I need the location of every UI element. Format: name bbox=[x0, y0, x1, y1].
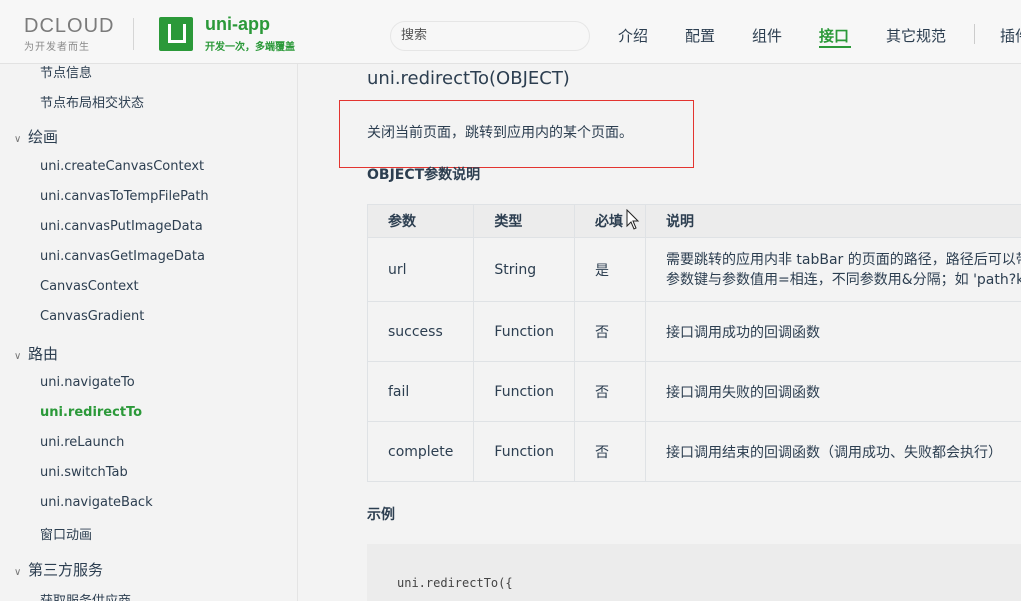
uni-app-logo-icon[interactable] bbox=[159, 17, 193, 51]
main-content[interactable]: uni.redirectTo(OBJECT) 关闭当前页面，跳转到应用内的某个页… bbox=[299, 64, 1021, 601]
api-title: uni.redirectTo(OBJECT) bbox=[367, 68, 570, 89]
sidebar-group-third-party[interactable]: ∨ 第三方服务 bbox=[14, 559, 103, 580]
nav-active-underline bbox=[819, 46, 851, 48]
sidebar-item[interactable]: 获取服务供应商 bbox=[40, 590, 131, 601]
product-name[interactable]: uni-app bbox=[205, 14, 270, 35]
nav-separator bbox=[974, 24, 975, 44]
sidebar-item[interactable]: uni.canvasGetImageData bbox=[40, 249, 205, 264]
sidebar-group-routing[interactable]: ∨ 路由 bbox=[14, 343, 58, 364]
param-name: complete bbox=[366, 421, 475, 482]
param-name: fail bbox=[366, 361, 475, 422]
chevron-down-icon: ∨ bbox=[14, 134, 22, 145]
param-desc: 接口调用失败的回调函数 bbox=[644, 361, 1021, 422]
api-description: 关闭当前页面，跳转到应用内的某个页面。 bbox=[367, 125, 633, 141]
param-desc: 需要跳转的应用内非 tabBar 的页面的路径，路径后可以带 参数键与参数值用=… bbox=[644, 237, 1021, 302]
chevron-down-icon: ∨ bbox=[14, 351, 22, 362]
search-input[interactable]: 搜索 bbox=[390, 21, 590, 51]
product-slogan: 开发一次，多端覆盖 bbox=[205, 42, 295, 53]
params-table: 参数 类型 必填 说明 url String 是 需要跳转的应用内非 tabBa… bbox=[366, 204, 1021, 482]
code-line: uni.redirectTo({ bbox=[397, 576, 513, 590]
params-heading: OBJECT参数说明 bbox=[367, 167, 481, 183]
code-block[interactable]: uni.redirectTo({ bbox=[367, 544, 1021, 601]
sidebar-item[interactable]: uni.switchTab bbox=[40, 465, 128, 480]
sidebar-group-label: 路由 bbox=[28, 345, 59, 363]
sidebar-item[interactable]: 窗口动画 bbox=[40, 524, 92, 543]
mouse-cursor-icon bbox=[626, 209, 640, 230]
param-name: url bbox=[366, 237, 475, 302]
param-type: Function bbox=[473, 301, 575, 362]
param-desc-line: 参数键与参数值用=相连，不同参数用&分隔；如 'path?key bbox=[665, 271, 1021, 288]
sidebar-item[interactable]: uni.canvasPutImageData bbox=[40, 219, 203, 234]
sidebar-group-label: 绘画 bbox=[28, 128, 59, 146]
param-required: 是 bbox=[573, 237, 646, 302]
sidebar-item[interactable]: uni.navigateTo bbox=[40, 375, 135, 390]
chevron-down-icon: ∨ bbox=[14, 567, 22, 578]
param-required: 否 bbox=[573, 421, 646, 482]
param-type: Function bbox=[473, 421, 575, 482]
sidebar-item[interactable]: uni.navigateBack bbox=[40, 495, 153, 510]
sidebar-item-active[interactable]: uni.redirectTo bbox=[40, 405, 142, 420]
sidebar-item[interactable]: uni.reLaunch bbox=[40, 435, 124, 450]
sidebar-group-drawing[interactable]: ∨ 绘画 bbox=[14, 126, 58, 147]
param-desc: 接口调用结束的回调函数（调用成功、失败都会执行） bbox=[644, 421, 1021, 482]
table-header: 说明 bbox=[644, 204, 1021, 238]
nav-plugins[interactable]: 插件 bbox=[1000, 25, 1021, 46]
sidebar-item[interactable]: CanvasContext bbox=[40, 279, 139, 294]
sidebar[interactable]: 节点信息 节点布局相交状态 ∨ 绘画 uni.createCanvasContex… bbox=[0, 64, 298, 601]
dcloud-tagline: 为开发者而生 bbox=[24, 42, 90, 53]
table-header: 参数 bbox=[366, 204, 475, 238]
param-required: 否 bbox=[573, 361, 646, 422]
nav-intro[interactable]: 介绍 bbox=[618, 25, 648, 46]
top-header: DCLOUD 为开发者而生 uni-app 开发一次，多端覆盖 搜索 介绍 配置… bbox=[0, 0, 1021, 64]
sidebar-item[interactable]: 节点布局相交状态 bbox=[40, 92, 144, 111]
nav-other-specs[interactable]: 其它规范 bbox=[886, 25, 946, 46]
dcloud-logo[interactable]: DCLOUD 为开发者而生 bbox=[24, 16, 114, 53]
dcloud-logo-text: DCLOUD bbox=[24, 15, 115, 37]
sidebar-group-label: 第三方服务 bbox=[28, 561, 104, 579]
sidebar-item[interactable]: CanvasGradient bbox=[40, 309, 144, 324]
table-row: fail Function 否 接口调用失败的回调函数 bbox=[366, 361, 1021, 422]
header-divider bbox=[133, 18, 134, 50]
param-required: 否 bbox=[573, 301, 646, 362]
nav-components[interactable]: 组件 bbox=[752, 25, 782, 46]
table-row: success Function 否 接口调用成功的回调函数 bbox=[366, 301, 1021, 362]
param-type: Function bbox=[473, 361, 575, 422]
table-row: url String 是 需要跳转的应用内非 tabBar 的页面的路径，路径后… bbox=[366, 237, 1021, 302]
table-header: 类型 bbox=[473, 204, 575, 238]
param-name: success bbox=[366, 301, 475, 362]
param-desc: 接口调用成功的回调函数 bbox=[644, 301, 1021, 362]
param-type: String bbox=[473, 237, 575, 302]
sidebar-item[interactable]: uni.canvasToTempFilePath bbox=[40, 189, 209, 204]
example-heading: 示例 bbox=[367, 507, 395, 523]
table-row: complete Function 否 接口调用结束的回调函数（调用成功、失败都… bbox=[366, 421, 1021, 482]
nav-config[interactable]: 配置 bbox=[685, 25, 715, 46]
sidebar-item[interactable]: uni.createCanvasContext bbox=[40, 159, 204, 174]
nav-api[interactable]: 接口 bbox=[819, 25, 849, 46]
param-desc-line: 需要跳转的应用内非 tabBar 的页面的路径，路径后可以带 bbox=[665, 251, 1021, 268]
sidebar-item[interactable]: 节点信息 bbox=[40, 64, 92, 81]
